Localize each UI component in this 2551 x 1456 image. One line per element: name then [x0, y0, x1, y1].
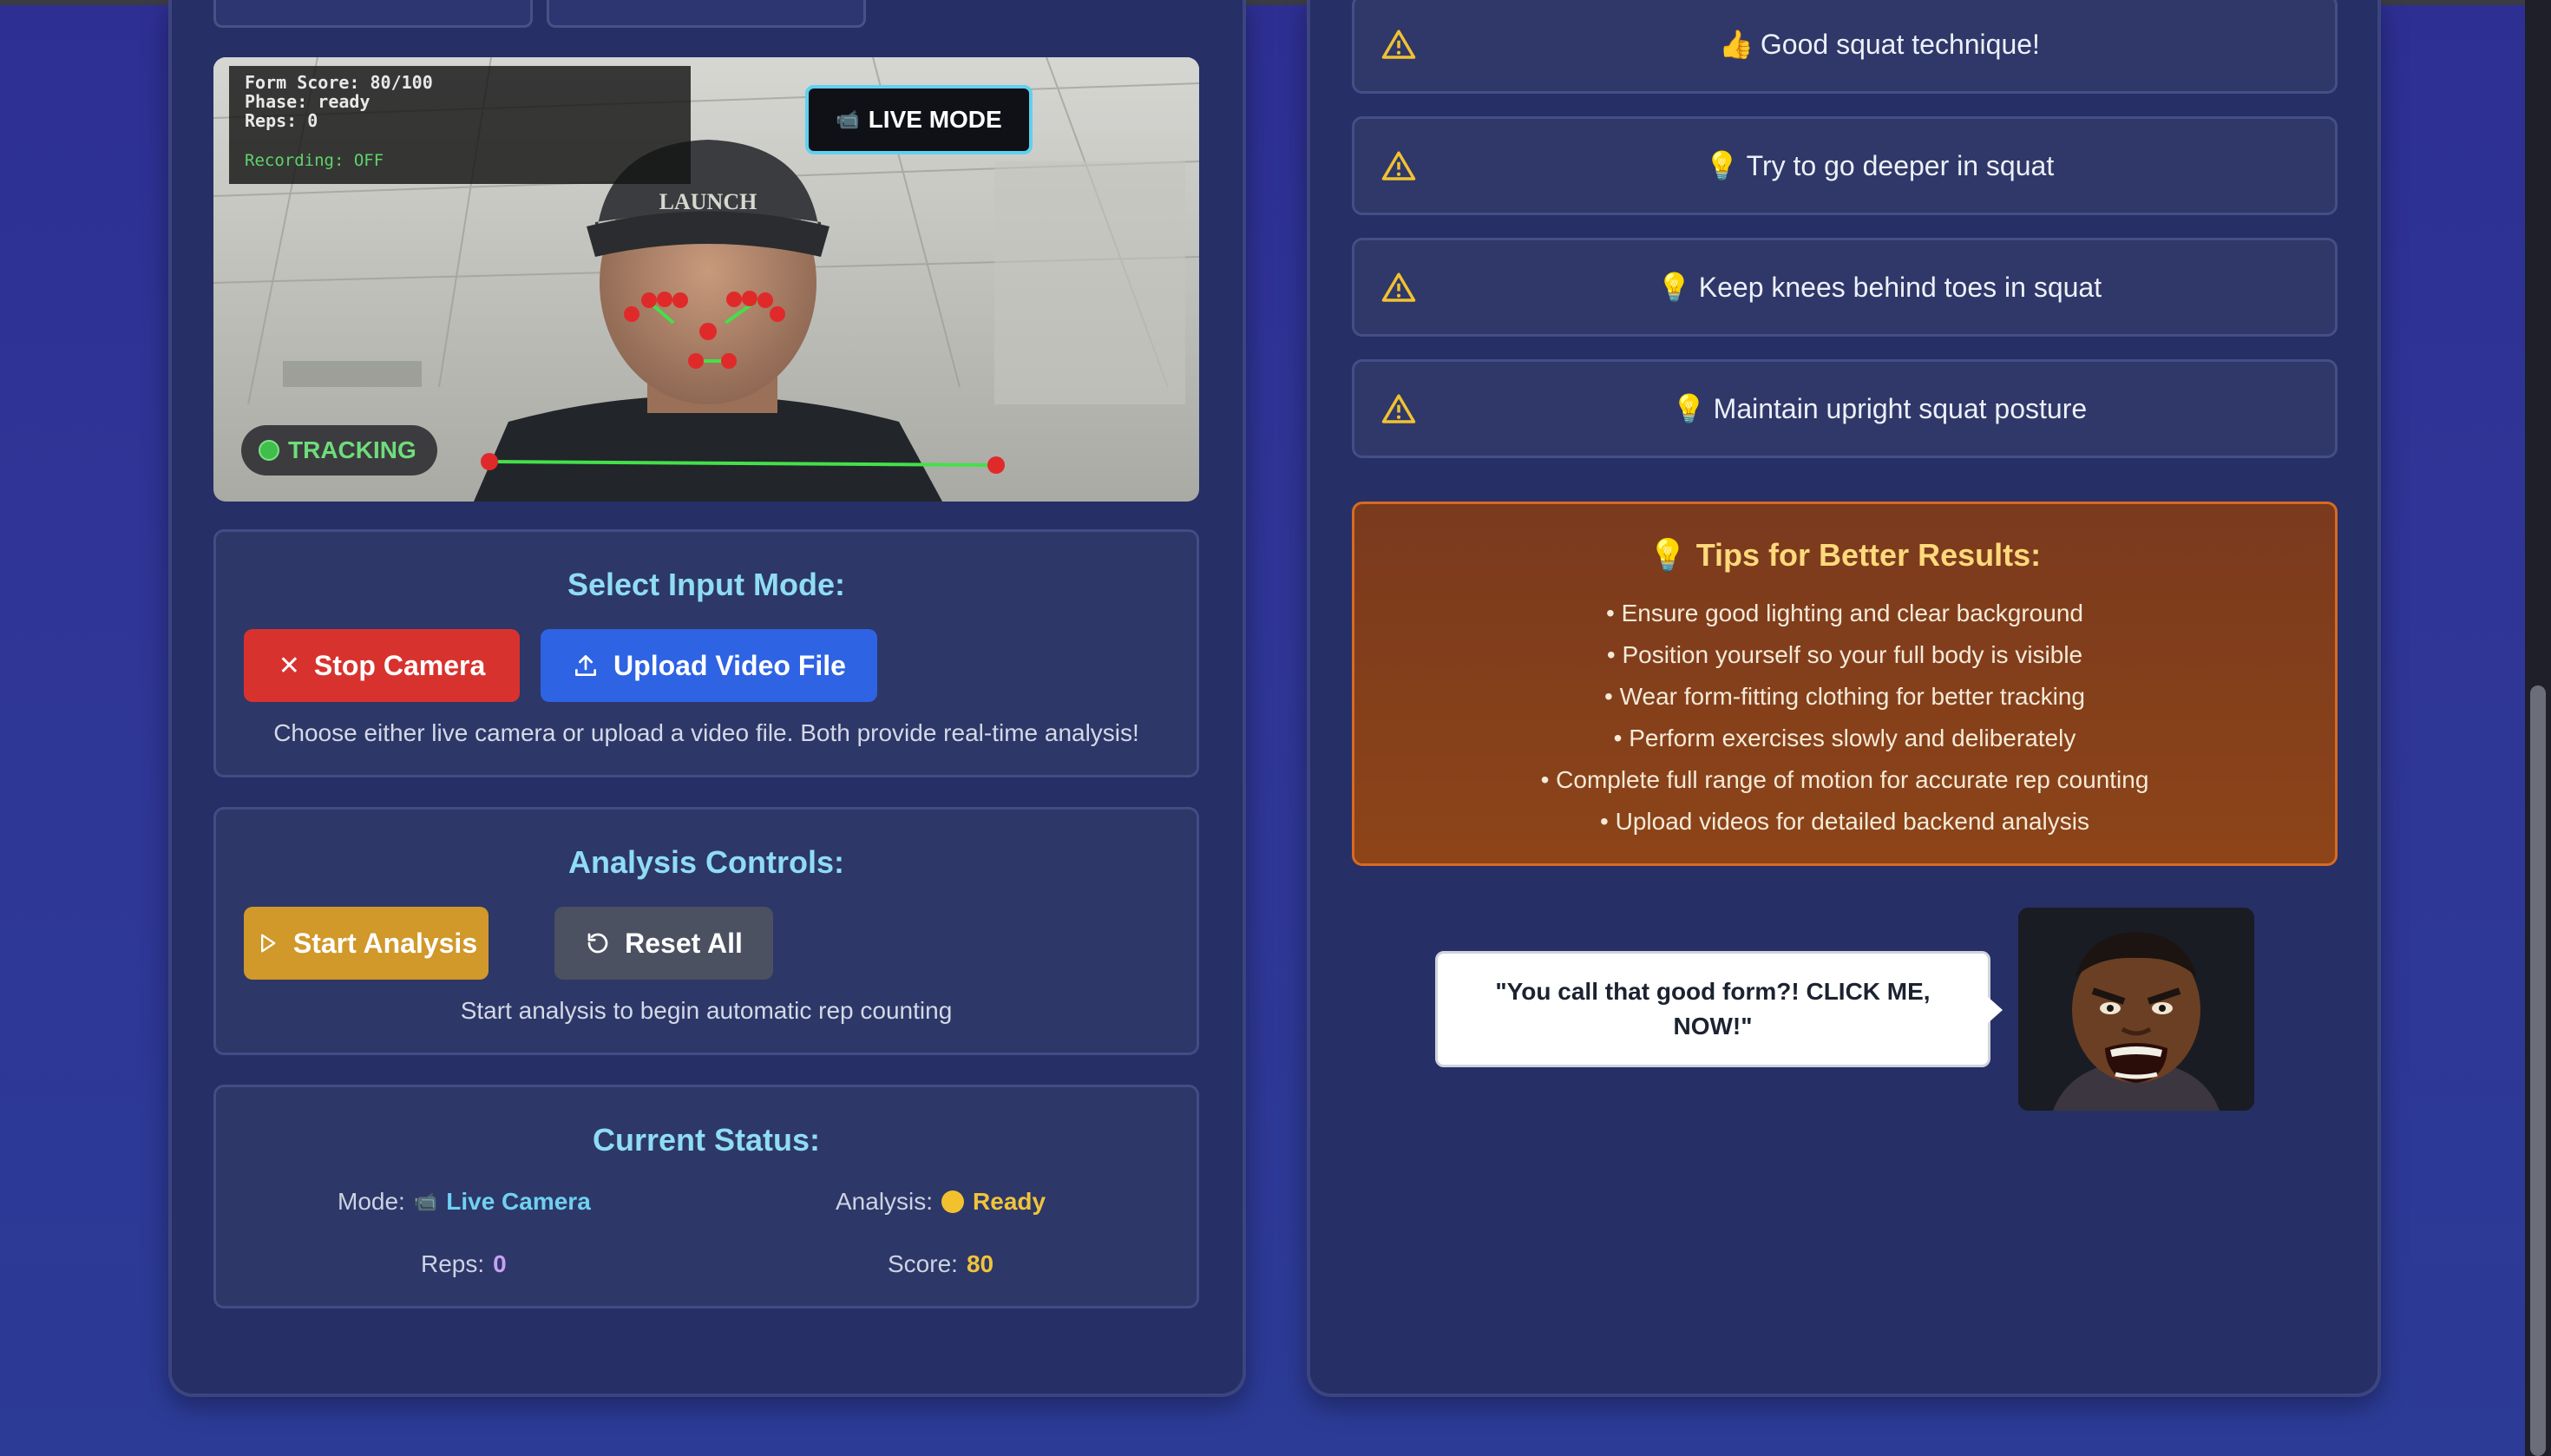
warning-icon [1381, 151, 1416, 180]
camera-icon: 📹 [413, 1190, 438, 1212]
stop-camera-label: Stop Camera [313, 649, 486, 681]
start-analysis-label: Start Analysis [292, 927, 478, 959]
tip-item: • Upload videos for detailed backend ana… [1600, 808, 2089, 835]
warning-icon [1381, 394, 1416, 423]
play-icon [260, 934, 276, 953]
lightbulb-icon: 💡 [1648, 537, 1688, 573]
warning-icon [1381, 272, 1416, 302]
angry-coach-face-icon [2018, 908, 2254, 1111]
close-icon: ✕ [278, 651, 300, 680]
live-mode-label: LIVE MODE [868, 106, 1002, 133]
tips-title: Tips for Better Results: [1695, 537, 2042, 573]
analysis-controls-title: Analysis Controls: [567, 844, 845, 880]
feedback-text: Try to go deeper in squat [1746, 149, 2055, 181]
tip-item: • Ensure good lighting and clear backgro… [1606, 600, 2083, 626]
svg-text:LAUNCH: LAUNCH [659, 189, 757, 214]
tip-item: • Perform exercises slowly and deliberat… [1613, 725, 2076, 751]
reps-readout: Reps: 0 [245, 110, 318, 131]
upload-video-button[interactable]: Upload Video File [541, 629, 877, 702]
reset-all-button[interactable]: Reset All [554, 907, 773, 980]
start-analysis-button[interactable]: Start Analysis [244, 907, 489, 980]
feedback-item: 💡 Maintain upright squat posture [1352, 359, 2338, 458]
tips-card: 💡 Tips for Better Results: • Ensure good… [1352, 502, 2338, 866]
feedback-text: Keep knees behind toes in squat [1698, 271, 2102, 303]
phase-readout: Phase: ready [245, 91, 371, 112]
score-value: 80 [966, 1250, 994, 1277]
tips-title-row: 💡 Tips for Better Results: [1354, 537, 2335, 574]
reset-icon [587, 933, 608, 954]
score-label: Score: [888, 1250, 958, 1277]
tip-item: • Wear form-fitting clothing for better … [1604, 683, 2085, 710]
analysis-controls-note: Start analysis to begin automatic rep co… [460, 997, 953, 1024]
feedback-emoji: 💡 [1671, 393, 1707, 424]
feedback-emoji: 👍 [1719, 29, 1754, 60]
tip-item: • Complete full range of motion for accu… [1540, 766, 2149, 793]
analysis-value: Ready [973, 1188, 1046, 1215]
feedback-item: 👍 Good squat technique! [1352, 0, 2338, 94]
reps-status: Reps: 0 [421, 1250, 507, 1278]
upload-video-label: Upload Video File [613, 649, 846, 681]
form-score-readout: Form Score: 80/100 [245, 72, 433, 93]
feedback-item: 💡 Keep knees behind toes in squat [1352, 238, 2338, 337]
feedback-text: Maintain upright squat posture [1713, 392, 2088, 424]
stop-camera-button[interactable]: ✕ Stop Camera [244, 629, 520, 702]
scrollbar-thumb[interactable] [2530, 685, 2546, 1456]
top-tab-stub-2[interactable] [547, 0, 866, 28]
feedback-item: 💡 Try to go deeper in squat [1352, 116, 2338, 215]
feedback-emoji: 💡 [1704, 150, 1740, 181]
analysis-status: Analysis: Ready [836, 1188, 1046, 1216]
page-scrollbar[interactable] [2525, 0, 2551, 1456]
analysis-label: Analysis: [836, 1188, 934, 1215]
warning-icon [1381, 30, 1416, 59]
recording-readout: Recording: OFF [245, 151, 384, 170]
mode-value: Live Camera [446, 1188, 591, 1215]
tips-list: • Ensure good lighting and clear backgro… [1354, 593, 2335, 843]
reps-label: Reps: [421, 1250, 485, 1277]
input-mode-title: Select Input Mode: [567, 567, 845, 602]
feedback-emoji: 💡 [1656, 272, 1692, 303]
tracking-status-pill: TRACKING [241, 425, 437, 475]
current-status-card: Current Status: Mode: 📹 Live Camera Anal… [213, 1085, 1199, 1308]
tracking-label: TRACKING [288, 436, 416, 463]
top-tab-stub-1[interactable] [213, 0, 533, 28]
analysis-controls-card: Analysis Controls: Start Analysis Reset … [213, 807, 1199, 1055]
pose-overlay-stats: Form Score: 80/100 Phase: ready Reps: 0 … [229, 66, 691, 184]
input-mode-card: Select Input Mode: ✕ Stop Camera Upload … [213, 529, 1199, 777]
current-status-title: Current Status: [592, 1122, 821, 1158]
yellow-status-dot-icon [941, 1190, 965, 1213]
coach-speech-bubble[interactable]: "You call that good form?! CLICK ME, NOW… [1435, 951, 1990, 1067]
green-status-dot-icon [259, 440, 279, 461]
reps-value: 0 [493, 1250, 507, 1277]
camera-feed: LAUNCH Form Score: 80/100 Phase: ready R… [213, 57, 1199, 502]
mode-label: Mode: [338, 1188, 405, 1215]
score-status: Score: 80 [888, 1250, 994, 1278]
camera-icon: 📹 [836, 108, 860, 130]
mode-status: Mode: 📹 Live Camera [338, 1188, 591, 1216]
input-mode-note: Choose either live camera or upload a vi… [273, 719, 1139, 746]
upload-icon [575, 655, 597, 676]
tip-item: • Position yourself so your full body is… [1606, 641, 2083, 668]
feedback-text: Good squat technique! [1760, 28, 2040, 60]
live-mode-badge: 📹 LIVE MODE [805, 85, 1033, 154]
reset-all-label: Reset All [625, 927, 743, 959]
coach-avatar[interactable] [2018, 908, 2254, 1111]
speech-bubble-tail [1987, 996, 2003, 1024]
